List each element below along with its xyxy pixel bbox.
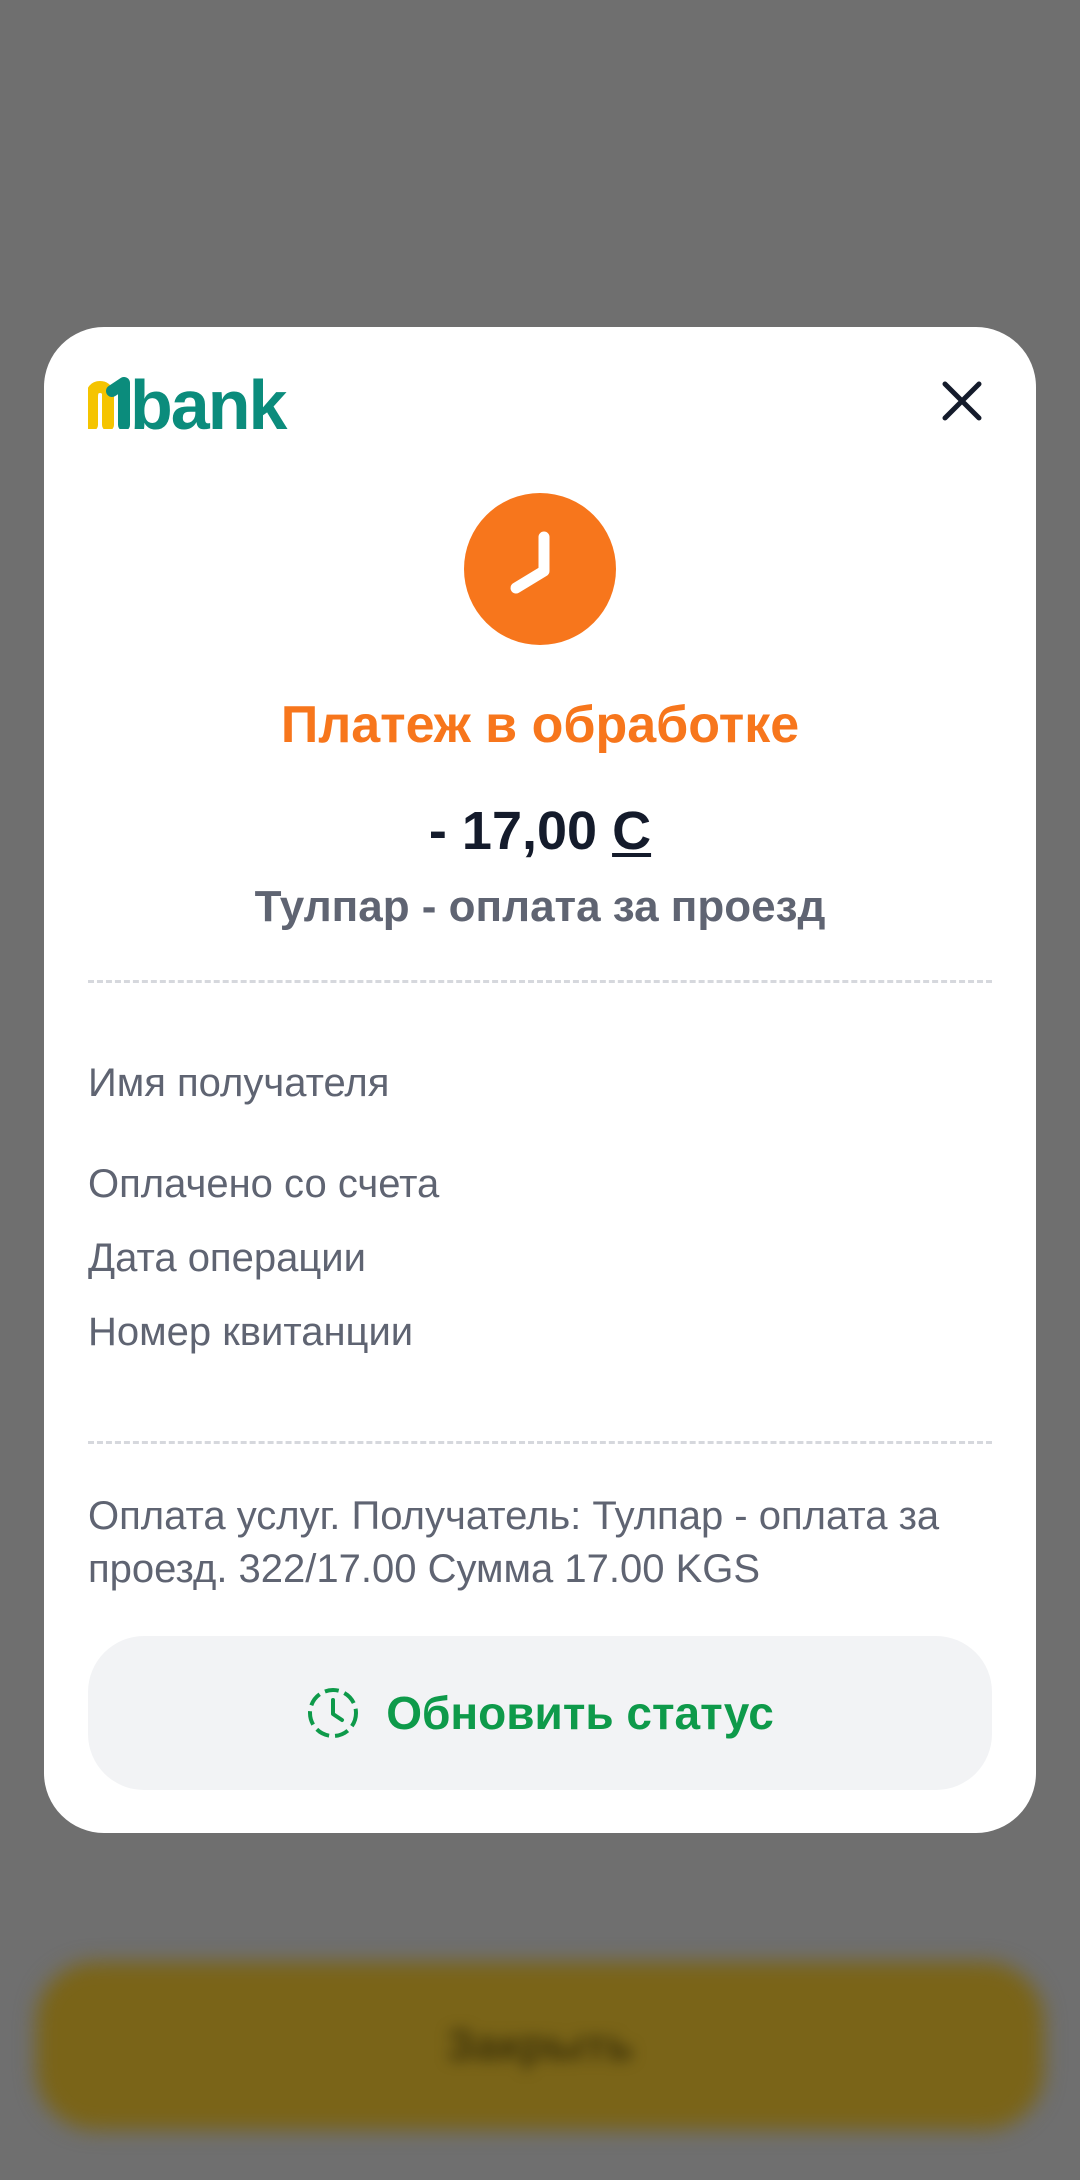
mbank-logo: bank [88,366,328,444]
close-button[interactable] [928,367,996,435]
currency-symbol: С [612,801,652,861]
operation-date-label: Дата операции [88,1236,366,1280]
paid-from-account-label: Оплачено со счета [88,1162,440,1206]
refresh-status-button[interactable]: Обновить статус [88,1636,992,1790]
background-primary-button-label: Закрыть [446,2021,634,2070]
receipt-number-label: Номер квитанции [88,1310,414,1354]
status-title: Платеж в обработке [280,696,800,754]
payment-amount: - 17,00 С [44,799,1036,863]
refresh-status-label: Обновить статус [386,1687,774,1739]
mbank-logo-text: bank [130,366,287,444]
divider [88,980,992,983]
payment-status-modal: bank Платеж в обработке - 17,00 С Тулпар… [44,327,1036,1833]
recipient-name-label: Имя получателя [88,1061,390,1105]
mbank-logo-mark-icon [88,377,130,429]
amount-value: - 17,00 [428,801,598,861]
status-clock-badge [464,493,616,645]
payment-description: Оплата услуг. Получатель: Тулпар - оплат… [88,1494,940,1591]
divider [88,1441,992,1444]
clock-icon [510,531,550,594]
clock-refresh-icon [308,1688,359,1738]
service-name: Тулпар - оплата за проезд [254,882,826,931]
close-icon [942,381,982,421]
